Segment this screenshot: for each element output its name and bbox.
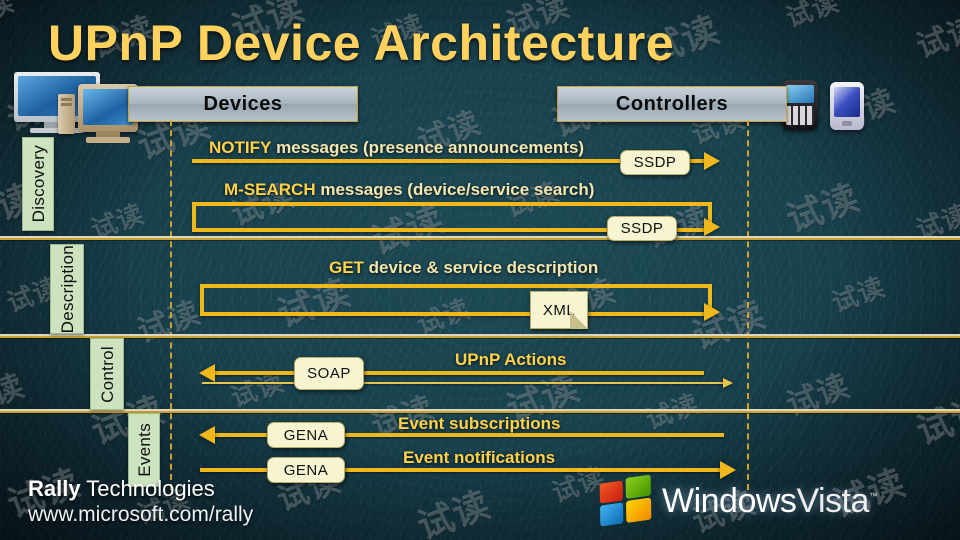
flow-caption-get-rest: device & service description [363,258,599,277]
windows-vista-wordmark: WindowsVista™ [662,481,878,521]
protocol-badge-gena-notifications[interactable]: GENA [267,457,345,483]
windows-vista-logo: WindowsVista™ [599,474,878,527]
watermark-text: 试读 [956,479,960,532]
flow-caption-event-subscriptions-strong: Event subscriptions [398,414,561,433]
flow-caption-notify-strong: NOTIFY [209,138,272,157]
flow-arrow-msearch [704,218,720,236]
protocol-badge-ssdp-notify-label: SSDP [633,154,677,171]
section-divider-1 [0,236,960,241]
flow-arrow-notify [704,152,720,170]
smartphone-icon [782,80,818,130]
flow-arrow-soap-right [723,378,733,388]
flow-caption-get-strong: GET [329,258,364,277]
protocol-badge-xml[interactable]: XML [530,291,588,329]
watermark-text: 试读 [957,294,960,351]
flow-caption-event-notifications: Event notifications [403,448,555,468]
flow-arrow-event-notifications [720,461,736,479]
watermark-text: 试读 [227,367,289,415]
flow-caption-upnp-actions-strong: UPnP Actions [455,350,567,369]
watermark-text: 试读 [781,177,865,242]
section-divider-2 [0,334,960,339]
controller-icons-group [782,80,872,132]
watermark-text: 试读 [957,104,960,169]
section-label-control-text: Control [97,345,117,403]
flow-box-get [200,284,712,316]
brand-url[interactable]: www.microsoft.com/rally [28,503,253,527]
watermark-text: 试读 [412,484,496,540]
flow-line-soap-request [215,371,704,375]
flow-arrow-soap-left [199,364,215,382]
watermark-text: 试读 [0,367,30,424]
brand-rally: Rally Technologies [28,476,215,502]
controllers-header-label: Controllers [615,93,729,115]
flow-arrow-get [704,303,720,321]
flow-caption-msearch: M-SEARCH messages (device/service search… [224,180,594,200]
protocol-badge-soap-label: SOAP [307,365,351,382]
windows-flag-icon [599,474,653,527]
flow-line-soap-response [202,382,723,384]
controllers-lifeline [747,120,749,490]
protocol-badge-gena-subscriptions-label: GENA [283,426,329,444]
flow-caption-msearch-rest: messages (device/service search) [315,180,595,199]
protocol-badge-ssdp-msearch[interactable]: SSDP [607,216,677,241]
flow-caption-event-subscriptions: Event subscriptions [398,414,560,434]
watermark-text: 试读 [911,9,960,66]
flow-caption-event-notifications-strong: Event notifications [403,448,556,467]
controllers-header-box[interactable]: Controllers [557,86,787,122]
watermark-text: 试读 [828,272,890,320]
slide-canvas: 试读 试读 试读 试读 试读 试读 试读 试读 试读 试读 试读 试读 试读 试读 试读 试读 试读 试读 试读 试读… [0,0,960,540]
section-label-discovery: Discovery [22,137,54,231]
flow-caption-notify: NOTIFY messages (presence announcements) [209,138,584,158]
brand-rally-rest: Technologies [80,476,215,501]
vista-wordmark: Vista [796,481,869,520]
section-label-control: Control [90,338,124,410]
devices-header-label: Devices [203,93,283,115]
watermark-text: 试读 [782,0,844,35]
flow-caption-get: GET device & service description [329,258,598,278]
protocol-badge-ssdp-msearch-label: SSDP [620,220,664,237]
protocol-badge-soap[interactable]: SOAP [294,357,364,390]
protocol-badge-xml-label: XML [542,301,576,319]
watermark-text: 试读 [911,389,960,454]
protocol-badge-ssdp-notify[interactable]: SSDP [620,150,690,175]
devices-header-box[interactable]: Devices [128,86,358,122]
trademark-symbol: ™ [868,491,878,502]
page-title: UPnP Device Architecture [48,15,675,71]
pda-icon [830,82,864,130]
watermark-text: 试读 [0,0,19,35]
watermark-text: 试读 [132,294,206,351]
windows-wordmark: Windows [662,481,797,520]
section-label-discovery-text: Discovery [28,145,48,223]
section-label-events-text: Events [134,423,154,477]
protocol-badge-gena-subscriptions[interactable]: GENA [267,422,345,448]
flow-caption-upnp-actions: UPnP Actions [455,350,566,370]
watermark-text: 试读 [781,367,855,424]
section-label-description: Description [50,244,84,334]
devices-lifeline [170,120,172,490]
flow-caption-notify-rest: messages (presence announcements) [271,138,585,157]
flow-caption-msearch-strong: M-SEARCH [224,180,316,199]
brand-rally-bold: Rally [28,476,81,501]
section-label-description-text: Description [57,244,77,334]
flow-arrow-event-subscriptions [199,426,215,444]
protocol-badge-gena-notifications-label: GENA [283,461,329,479]
